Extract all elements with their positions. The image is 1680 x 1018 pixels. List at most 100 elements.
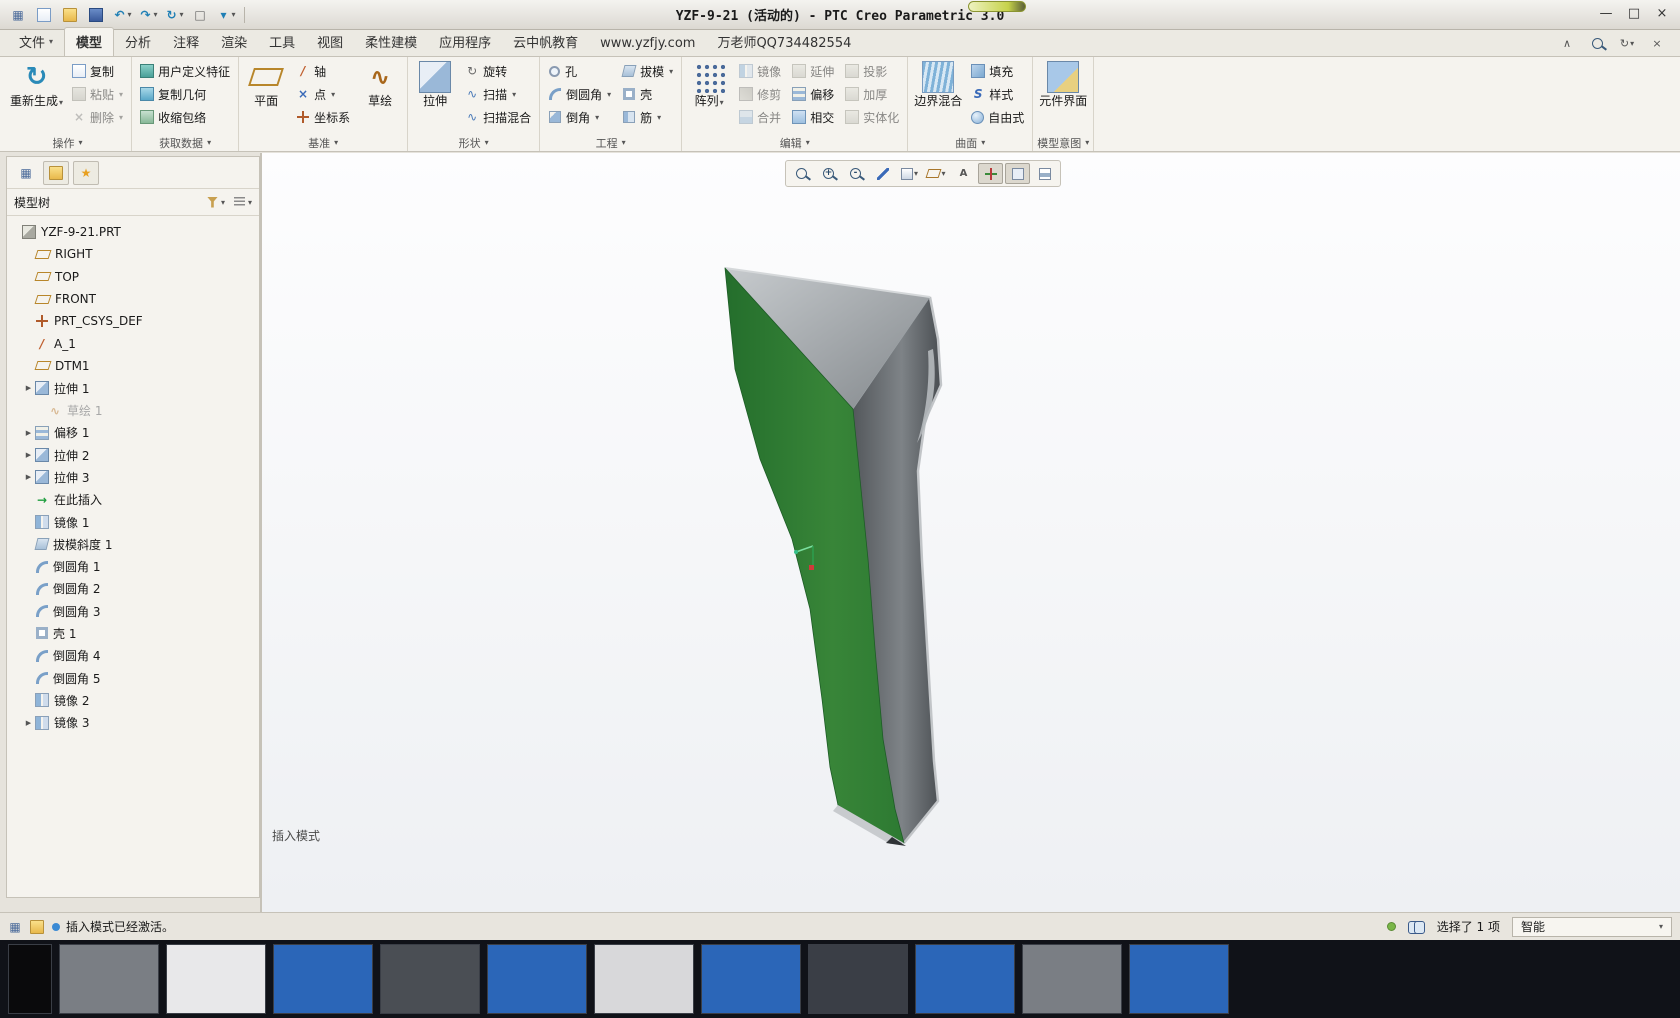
copy-geometry-button[interactable]: 复制几何 — [136, 83, 234, 105]
window-switch-button[interactable]: □ — [188, 4, 212, 26]
view-manager-button[interactable] — [1032, 163, 1057, 184]
draft-button[interactable]: 拔模▾ — [618, 60, 677, 82]
paste-button[interactable]: 粘贴▾ — [68, 83, 127, 105]
tab-teacher-qq[interactable]: 万老师QQ734482554 — [706, 28, 862, 56]
taskbar-window-7[interactable] — [594, 944, 694, 1014]
taskbar-window-11[interactable] — [1022, 944, 1122, 1014]
chamfer-button[interactable]: 倒角▾ — [544, 106, 615, 128]
zoom-out-button[interactable]: - — [843, 163, 868, 184]
pattern-button[interactable]: 阵列▾ — [686, 59, 732, 111]
ribbon-group-label-surfaces[interactable]: 曲面▾ — [912, 134, 1028, 151]
fill-button[interactable]: 填充 — [967, 60, 1028, 82]
tree-item-axis-a1[interactable]: /A_1 — [7, 332, 259, 354]
display-style-button[interactable]: ▾ — [897, 163, 922, 184]
thicken-button[interactable]: 加厚 — [841, 83, 903, 105]
tab-tools[interactable]: 工具 — [258, 28, 306, 56]
open-file-button[interactable] — [58, 4, 82, 26]
command-search-button[interactable] — [1586, 34, 1608, 52]
tab-render[interactable]: 渲染 — [210, 28, 258, 56]
tree-item-plane-right[interactable]: RIGHT — [7, 243, 259, 265]
close-button[interactable]: × — [1648, 2, 1676, 24]
ribbon-group-label-operations[interactable]: 操作▾ — [8, 134, 127, 151]
taskbar-window-2[interactable] — [59, 944, 159, 1014]
tab-website[interactable]: www.yzfjy.com — [589, 32, 706, 56]
tab-model[interactable]: 模型 — [64, 27, 114, 56]
delete-button[interactable]: ×删除▾ — [68, 106, 127, 128]
tree-item-draft-1[interactable]: 拔模斜度 1 — [7, 533, 259, 555]
round-button[interactable]: 倒圆角▾ — [544, 83, 615, 105]
sketch-button[interactable]: ∿草绘 — [357, 59, 403, 111]
style-button[interactable]: S样式 — [967, 83, 1028, 105]
taskbar-window-10[interactable] — [915, 944, 1015, 1014]
axis-button[interactable]: /轴 — [292, 60, 354, 82]
tab-analysis[interactable]: 分析 — [114, 28, 162, 56]
tree-item-extrude-3[interactable]: ▶拉伸 3 — [7, 466, 259, 488]
tree-item-round-1[interactable]: 倒圆角 1 — [7, 555, 259, 577]
intersect-button[interactable]: 相交 — [788, 106, 838, 128]
navigator-tabs-button[interactable]: ▦ — [13, 161, 39, 185]
tree-item-mirror-1[interactable]: 镜像 1 — [7, 511, 259, 533]
ribbon-group-label-shapes[interactable]: 形状▾ — [412, 134, 535, 151]
tab-file[interactable]: 文件▾ — [8, 28, 64, 56]
tree-settings-button[interactable]: ▾ — [234, 197, 252, 207]
mirror-button[interactable]: 镜像 — [735, 60, 785, 82]
csys-button[interactable]: 坐标系 — [292, 106, 354, 128]
expand-arrow-icon[interactable]: ▶ — [22, 451, 35, 459]
merge-button[interactable]: 合并 — [735, 106, 785, 128]
redo-button[interactable]: ↷▾ — [136, 4, 160, 26]
window-refresh-button[interactable]: ↻▾ — [1616, 34, 1638, 52]
navigator-toggle-icon[interactable]: ▦ — [8, 920, 22, 934]
customize-toolbar-button[interactable]: ▾▾ — [214, 4, 238, 26]
tab-view[interactable]: 视图 — [306, 28, 354, 56]
maximize-button[interactable]: □ — [1620, 2, 1648, 24]
freestyle-button[interactable]: 自由式 — [967, 106, 1028, 128]
ribbon-group-label-engineering[interactable]: 工程▾ — [544, 134, 677, 151]
extrude-button[interactable]: 拉伸 — [412, 59, 458, 111]
ribbon-group-label-model-intent[interactable]: 模型意图▾ — [1037, 134, 1089, 151]
zoom-fit-button[interactable] — [789, 163, 814, 184]
tab-annotate[interactable]: 注释 — [162, 28, 210, 56]
repaint-button[interactable] — [870, 163, 895, 184]
hole-button[interactable]: 孔 — [544, 60, 615, 82]
shrinkwrap-button[interactable]: 收缩包络 — [136, 106, 234, 128]
taskbar-window-5[interactable] — [380, 944, 480, 1014]
ribbon-group-label-editing[interactable]: 编辑▾ — [686, 134, 903, 151]
expand-arrow-icon[interactable]: ▶ — [22, 719, 35, 727]
tree-item-extrude-2[interactable]: ▶拉伸 2 — [7, 444, 259, 466]
sweep-blend-button[interactable]: ∿扫描混合 — [461, 106, 535, 128]
spin-center-button[interactable] — [978, 163, 1003, 184]
selection-filter-dropdown[interactable]: 智能 ▾ — [1512, 917, 1672, 937]
plane-button[interactable]: 平面 — [243, 59, 289, 111]
taskbar-window-9[interactable] — [808, 944, 908, 1014]
minimize-button[interactable]: — — [1592, 2, 1620, 24]
tree-item-shell-1[interactable]: 壳 1 — [7, 622, 259, 644]
tree-item-extrude-1[interactable]: ▶拉伸 1 — [7, 377, 259, 399]
tree-item-dtm1[interactable]: DTM1 — [7, 355, 259, 377]
taskbar-window-3[interactable] — [166, 944, 266, 1014]
tree-item-csys-default[interactable]: PRT_CSYS_DEF — [7, 310, 259, 332]
tree-item-round-3[interactable]: 倒圆角 3 — [7, 600, 259, 622]
tree-item-mirror-3[interactable]: ▶镜像 3 — [7, 712, 259, 734]
shell-button[interactable]: 壳 — [618, 83, 677, 105]
tab-yunzhongfan-edu[interactable]: 云中帆教育 — [502, 28, 589, 56]
orientation-mode-button[interactable] — [1005, 163, 1030, 184]
regenerate-button[interactable]: ↻重新生成▾ — [8, 59, 65, 111]
tree-item-part-root[interactable]: YZF-9-21.PRT — [7, 221, 259, 243]
tree-item-round-5[interactable]: 倒圆角 5 — [7, 667, 259, 689]
tree-item-round-4[interactable]: 倒圆角 4 — [7, 645, 259, 667]
taskbar-window-12[interactable] — [1129, 944, 1229, 1014]
tree-item-insert-here[interactable]: →在此插入 — [7, 489, 259, 511]
tree-item-plane-top[interactable]: TOP — [7, 266, 259, 288]
tree-filter-button[interactable]: ▾ — [207, 197, 225, 208]
browser-toggle-icon[interactable] — [30, 920, 44, 934]
expand-arrow-icon[interactable]: ▶ — [22, 429, 35, 437]
component-interface-button[interactable]: 元件界面 — [1037, 59, 1089, 111]
close-window-small-button[interactable]: × — [1646, 34, 1668, 52]
expand-arrow-icon[interactable]: ▶ — [22, 473, 35, 481]
folder-browser-button[interactable] — [43, 161, 69, 185]
expand-arrow-icon[interactable]: ▶ — [22, 384, 35, 392]
annotation-display-button[interactable]: A — [951, 163, 976, 184]
save-button[interactable] — [84, 4, 108, 26]
solidify-button[interactable]: 实体化 — [841, 106, 903, 128]
new-file-button[interactable] — [32, 4, 56, 26]
